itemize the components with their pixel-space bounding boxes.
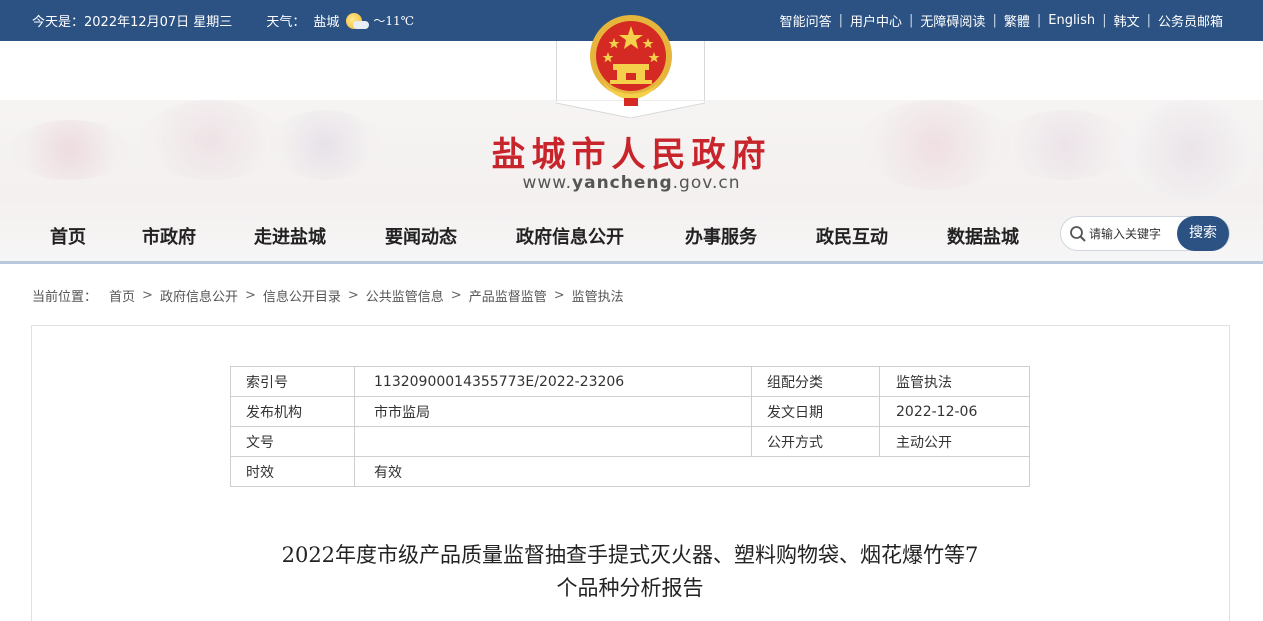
divider: |: [1036, 13, 1042, 28]
breadcrumb-information-catalog[interactable]: 信息公开目录: [263, 286, 341, 305]
meta-label-disclosure-method: 公开方式: [751, 426, 880, 457]
table-row: 索引号 11320900014355773E/2022-23206 组配分类 监…: [230, 366, 1030, 397]
weather-temperature: ～11℃: [373, 14, 415, 28]
breadcrumb-public-supervision[interactable]: 公共监管信息: [366, 286, 444, 305]
link-smart-qa[interactable]: 智能问答: [780, 11, 832, 30]
divider: |: [1102, 13, 1107, 28]
link-civil-servant-mail[interactable]: 公务员邮箱: [1158, 11, 1223, 30]
link-traditional-chinese[interactable]: 繁體: [1004, 11, 1030, 30]
weather-label: 天气：: [266, 15, 306, 30]
nav-item-data-yancheng[interactable]: 数据盐城: [947, 223, 1019, 249]
document-meta-table: 索引号 11320900014355773E/2022-23206 组配分类 监…: [230, 366, 1030, 487]
divider: |: [838, 13, 844, 28]
meta-value-disclosure-method: 主动公开: [879, 426, 1030, 457]
link-accessible-reading[interactable]: 无障碍阅读: [920, 11, 985, 30]
table-row: 文号 公开方式 主动公开: [230, 426, 1030, 457]
nav-item-city-government[interactable]: 市政府: [142, 223, 196, 249]
link-english[interactable]: English: [1048, 13, 1095, 28]
top-bar-info: 今天是：2022年12月07日 星期三 天气： 盐城 ～11℃: [32, 0, 414, 41]
meta-label-doc-number: 文号: [230, 426, 355, 457]
breadcrumb-separator: >: [347, 288, 359, 303]
meta-value-validity: 有效: [354, 456, 1030, 487]
nav-item-news[interactable]: 要闻动态: [385, 223, 457, 249]
meta-label-issue-date: 发文日期: [751, 396, 880, 427]
article-title-line: 个品种分析报告: [556, 576, 704, 600]
sun-cloud-icon: [343, 11, 370, 31]
breadcrumb-product-supervision[interactable]: 产品监督监管: [469, 286, 547, 305]
nav-item-information-disclosure[interactable]: 政府信息公开: [516, 223, 624, 249]
meta-label-index: 索引号: [230, 366, 355, 397]
search-box: 搜索: [1060, 216, 1230, 251]
site-title: 盐城市人民政府: [491, 135, 772, 175]
breadcrumb-separator: >: [142, 288, 153, 303]
divider: |: [1146, 13, 1151, 28]
nav-item-about-yancheng[interactable]: 走进盐城: [254, 223, 326, 249]
nav-item-interaction[interactable]: 政民互动: [816, 223, 888, 249]
meta-label-publisher: 发布机构: [230, 396, 355, 427]
breadcrumb-separator: >: [244, 288, 256, 303]
link-user-center[interactable]: 用户中心: [850, 11, 902, 30]
meta-label-validity: 时效: [230, 456, 355, 487]
nav-divider: [0, 261, 1263, 264]
top-links: 智能问答 | 用户中心 | 无障碍阅读 | 繁體 | English | 韩文 …: [780, 0, 1223, 41]
search-input[interactable]: [1089, 224, 1175, 244]
meta-value-index: 11320900014355773E/2022-23206: [354, 366, 752, 397]
breadcrumb-label: 当前位置：: [32, 290, 98, 305]
meta-value-publisher: 市市监局: [354, 396, 752, 427]
breadcrumb-information-disclosure[interactable]: 政府信息公开: [160, 286, 238, 305]
search-button[interactable]: 搜索: [1177, 216, 1229, 251]
divider: |: [909, 13, 914, 28]
breadcrumb-home[interactable]: 首页: [109, 286, 135, 305]
meta-value-category: 监管执法: [879, 366, 1030, 397]
current-date: 今天是：2022年12月07日 星期三: [32, 15, 233, 30]
link-korean[interactable]: 韩文: [1114, 11, 1140, 30]
nav-item-services[interactable]: 办事服务: [685, 223, 757, 249]
nav-item-home[interactable]: 首页: [50, 223, 86, 249]
national-emblem-icon: [590, 15, 672, 106]
weather-city: 盐城: [313, 15, 340, 30]
table-row: 时效 有效: [230, 456, 1030, 487]
site-url: www.yancheng.gov.cn: [522, 173, 741, 193]
breadcrumb-enforcement[interactable]: 监管执法: [572, 286, 624, 305]
meta-value-doc-number: [354, 426, 752, 457]
article-title: 2022年度市级产品质量监督抽查手提式灭火器、塑料购物袋、烟花爆竹等7 个品种分…: [200, 539, 1060, 605]
search-icon: [1070, 226, 1086, 242]
breadcrumb: 当前位置： 首页 > 政府信息公开 > 信息公开目录 > 公共监管信息 > 产品…: [32, 286, 624, 305]
table-row: 发布机构 市市监局 发文日期 2022-12-06: [230, 396, 1030, 427]
article-title-line: 2022年度市级产品质量监督抽查手提式灭火器、塑料购物袋、烟花爆竹等7: [281, 543, 979, 567]
breadcrumb-separator: >: [450, 288, 462, 303]
divider: |: [992, 13, 997, 28]
meta-label-category: 组配分类: [751, 366, 880, 397]
meta-value-issue-date: 2022-12-06: [879, 396, 1030, 427]
breadcrumb-separator: >: [553, 288, 565, 303]
